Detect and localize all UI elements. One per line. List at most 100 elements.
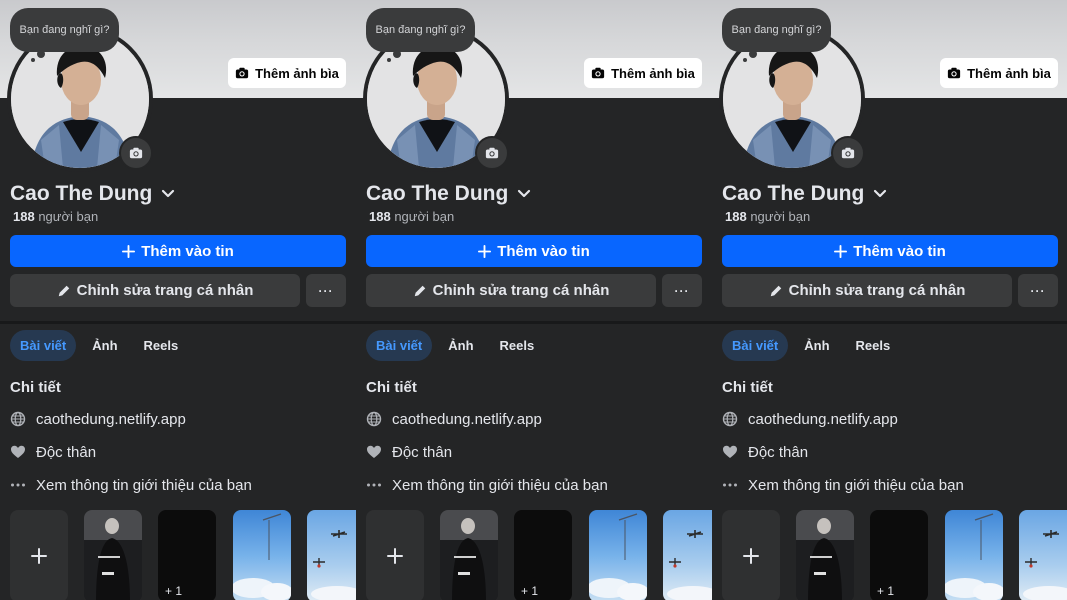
profile-panel-2: Thêm ảnh bìa Bạn đang nghĩ gì? Cao The D… [356, 0, 712, 600]
tab-photos[interactable]: Ảnh [82, 330, 127, 361]
tab-reels[interactable]: Reels [490, 330, 545, 361]
add-thumbnail-button[interactable] [10, 510, 68, 600]
tab-posts[interactable]: Bài viết [366, 329, 433, 361]
profile-name: Cao The Dung [10, 182, 153, 205]
detail-website[interactable]: caothedung.netlify.app [10, 408, 186, 430]
note-bubble[interactable]: Bạn đang nghĩ gì? [10, 8, 119, 52]
add-to-story-button[interactable]: Thêm vào tin [10, 235, 346, 267]
chevron-down-icon[interactable] [160, 186, 176, 202]
more-options-button[interactable]: ··· [662, 274, 702, 307]
friends-count[interactable]: 188 người bạn [725, 209, 810, 224]
thumbnail-sky[interactable] [945, 510, 1003, 600]
detail-relationship[interactable]: Độc thân [722, 441, 808, 463]
detail-see-about[interactable]: Xem thông tin giới thiệu của bạn [10, 474, 252, 496]
note-bubble[interactable]: Bạn đang nghĩ gì? [366, 8, 475, 52]
friends-number: 188 [369, 209, 391, 224]
chevron-down-icon[interactable] [516, 186, 532, 202]
profile-name-row[interactable]: Cao The Dung [10, 181, 176, 207]
edit-profile-button[interactable]: Chỉnh sửa trang cá nhân [722, 274, 1012, 307]
more-options-button[interactable]: ··· [1018, 274, 1058, 307]
detail-website[interactable]: caothedung.netlify.app [722, 408, 898, 430]
extra-count-label: + 1 [521, 584, 539, 598]
plus-icon [478, 244, 492, 258]
thumbnail-sky[interactable] [589, 510, 647, 600]
camera-icon [235, 66, 249, 80]
tab-posts[interactable]: Bài viết [722, 329, 789, 361]
camera-icon [591, 66, 605, 80]
add-to-story-button[interactable]: Thêm vào tin [722, 235, 1058, 267]
detail-relationship[interactable]: Độc thân [10, 441, 96, 463]
plus-icon [122, 244, 136, 258]
more-dots-icon: ··· [1030, 283, 1046, 298]
profile-panel-1: Thêm ảnh bìa Bạn đang nghĩ gì? Cao The D… [0, 0, 356, 600]
detail-see-about[interactable]: Xem thông tin giới thiệu của bạn [722, 474, 964, 496]
add-to-story-button[interactable]: Thêm vào tin [366, 235, 702, 267]
profile-name-row[interactable]: Cao The Dung [722, 181, 888, 207]
section-divider [0, 321, 356, 324]
thumbnail-dark[interactable]: + 1 [514, 510, 572, 600]
note-bubble-tail-small [31, 58, 35, 62]
pencil-icon [57, 284, 71, 298]
add-cover-label: Thêm ảnh bìa [967, 65, 1051, 81]
camera-icon [485, 146, 499, 160]
thumbnail-plane[interactable] [1019, 510, 1067, 600]
plus-icon [31, 548, 47, 564]
add-cover-photo-button[interactable]: Thêm ảnh bìa [940, 58, 1058, 88]
edit-profile-label: Chỉnh sửa trang cá nhân [76, 282, 254, 299]
tab-reels[interactable]: Reels [846, 330, 901, 361]
note-bubble-tail [393, 50, 401, 58]
tab-posts[interactable]: Bài viết [10, 329, 77, 361]
friends-label: người bạn [394, 209, 455, 224]
detail-see-about-text: Xem thông tin giới thiệu của bạn [36, 476, 252, 494]
detail-relationship[interactable]: Độc thân [366, 441, 452, 463]
profile-name-row[interactable]: Cao The Dung [366, 181, 532, 207]
profile-name: Cao The Dung [366, 182, 509, 205]
thumbnail-dark[interactable]: + 1 [158, 510, 216, 600]
pencil-icon [769, 284, 783, 298]
thumbnail-plane[interactable] [307, 510, 356, 600]
note-bubble[interactable]: Bạn đang nghĩ gì? [722, 8, 831, 52]
add-cover-photo-button[interactable]: Thêm ảnh bìa [584, 58, 702, 88]
camera-icon [947, 66, 961, 80]
edit-profile-button[interactable]: Chỉnh sửa trang cá nhân [10, 274, 300, 307]
detail-website-text: caothedung.netlify.app [392, 410, 542, 428]
globe-icon [10, 411, 26, 427]
note-prompt: Bạn đang nghĩ gì? [19, 24, 110, 36]
thumbnail-sky[interactable] [233, 510, 291, 600]
friends-count[interactable]: 188 người bạn [13, 209, 98, 224]
note-prompt: Bạn đang nghĩ gì? [375, 24, 466, 36]
chevron-down-icon[interactable] [872, 186, 888, 202]
pencil-icon [413, 284, 427, 298]
more-dots-icon [366, 477, 382, 493]
add-cover-photo-button[interactable]: Thêm ảnh bìa [228, 58, 346, 88]
thumbnail-person[interactable] [440, 510, 498, 600]
edit-profile-label: Chỉnh sửa trang cá nhân [788, 282, 966, 299]
avatar-camera-button[interactable] [831, 136, 865, 170]
add-thumbnail-button[interactable] [722, 510, 780, 600]
thumbnail-plane[interactable] [663, 510, 712, 600]
details-title: Chi tiết [366, 379, 417, 396]
tab-reels[interactable]: Reels [134, 330, 189, 361]
tab-photos[interactable]: Ảnh [794, 330, 839, 361]
plus-icon [834, 244, 848, 258]
add-to-story-label: Thêm vào tin [141, 242, 234, 260]
detail-website-text: caothedung.netlify.app [748, 410, 898, 428]
more-dots-icon: ··· [318, 283, 334, 298]
add-cover-label: Thêm ảnh bìa [255, 65, 339, 81]
avatar-camera-button[interactable] [475, 136, 509, 170]
more-options-button[interactable]: ··· [306, 274, 346, 307]
thumbnail-person[interactable] [796, 510, 854, 600]
tab-photos[interactable]: Ảnh [438, 330, 483, 361]
add-thumbnail-button[interactable] [366, 510, 424, 600]
thumbnail-person[interactable] [84, 510, 142, 600]
edit-profile-button[interactable]: Chỉnh sửa trang cá nhân [366, 274, 656, 307]
friends-count[interactable]: 188 người bạn [369, 209, 454, 224]
globe-icon [722, 411, 738, 427]
detail-website[interactable]: caothedung.netlify.app [366, 408, 542, 430]
friends-label: người bạn [750, 209, 811, 224]
detail-see-about[interactable]: Xem thông tin giới thiệu của bạn [366, 474, 608, 496]
detail-relationship-text: Độc thân [748, 443, 809, 461]
add-to-story-label: Thêm vào tin [853, 242, 946, 260]
avatar-camera-button[interactable] [119, 136, 153, 170]
thumbnail-dark[interactable]: + 1 [870, 510, 928, 600]
